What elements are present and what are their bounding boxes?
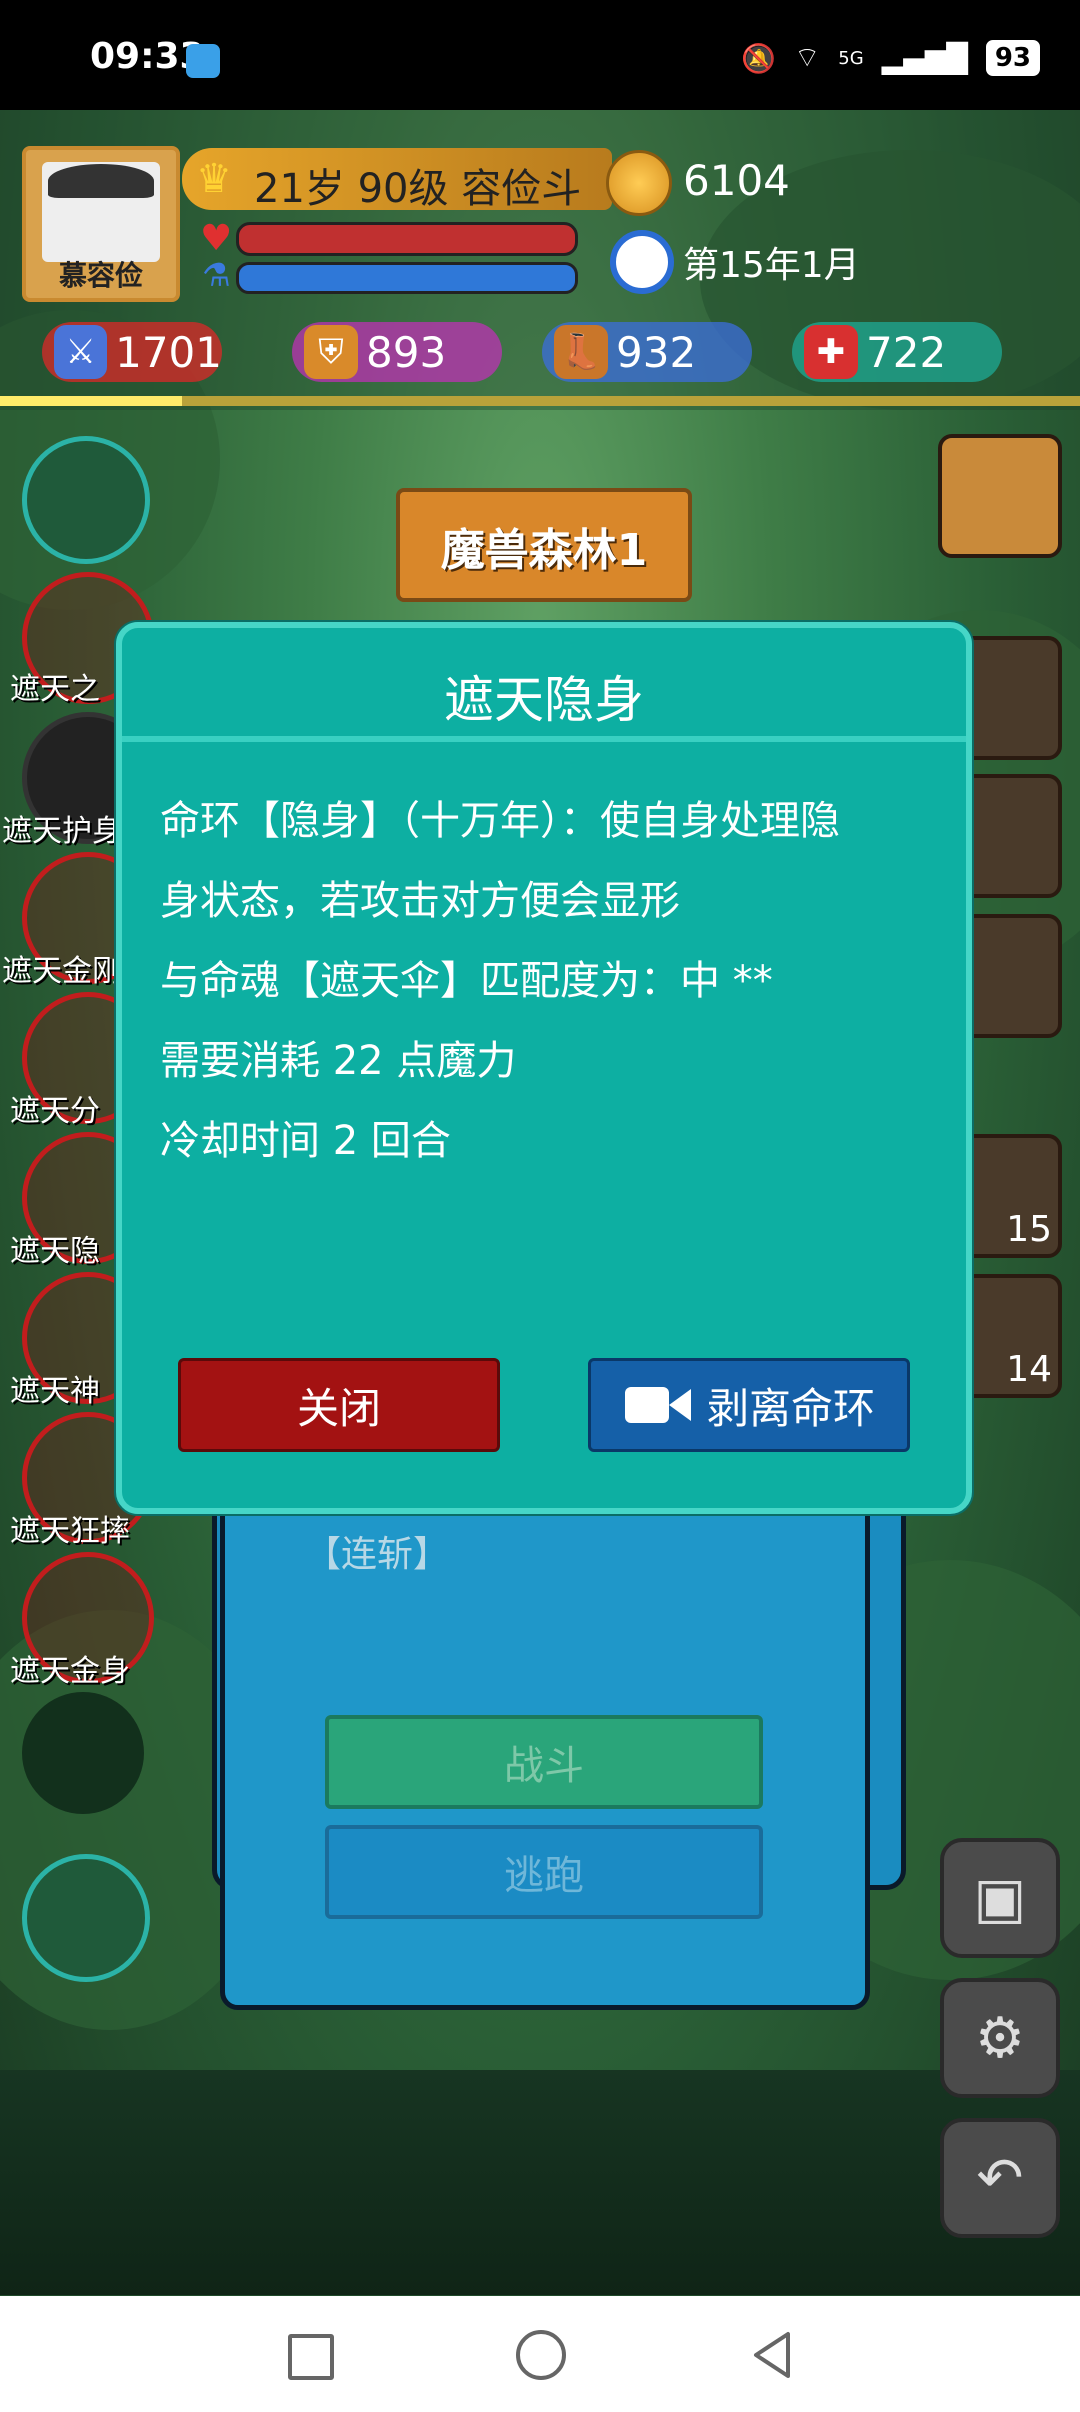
player-banner: ♛ 21岁 90级 容俭斗 bbox=[182, 148, 612, 212]
avatar-portrait bbox=[42, 162, 160, 262]
stat-attack: ⚔ 1701 bbox=[42, 322, 222, 382]
location-sign: 魔兽森林1 bbox=[396, 488, 692, 602]
mp-bar bbox=[236, 262, 578, 294]
red-potion-count: 15 bbox=[1006, 1209, 1052, 1250]
health-value: 722 bbox=[866, 327, 947, 377]
fight-button[interactable]: 战斗 bbox=[325, 1715, 763, 1809]
defense-value: 893 bbox=[366, 327, 447, 377]
flee-button[interactable]: 逃跑 bbox=[325, 1825, 763, 1919]
return-arrow-icon[interactable]: ↶ bbox=[940, 2118, 1060, 2238]
stat-health: ✚ 722 bbox=[792, 322, 1002, 382]
experience-fill bbox=[0, 396, 182, 406]
location-name: 魔兽森林1 bbox=[440, 525, 648, 576]
strip-ring-button[interactable]: 剥离命环 bbox=[588, 1358, 910, 1452]
wifi-icon: ⌔ bbox=[793, 40, 821, 74]
stat-speed: 👢 932 bbox=[542, 322, 752, 382]
crown-icon: ♛ bbox=[196, 156, 232, 202]
heart-icon: ♥ bbox=[200, 218, 233, 259]
mana-flask-icon: ⚗ bbox=[202, 256, 231, 294]
network-type: 5G bbox=[838, 47, 864, 69]
dialog-line-1: 命环【隐身】（十万年）：使自身处理隐 bbox=[160, 798, 840, 844]
dialog-title: 遮天隐身 bbox=[444, 671, 644, 729]
game-date: 第15年1月 bbox=[683, 245, 860, 286]
player-info: 21岁 90级 容俭斗 bbox=[254, 166, 582, 212]
experience-bar bbox=[0, 396, 1080, 406]
dialog-line-4: 需要消耗 22 点魔力 bbox=[160, 1038, 517, 1084]
status-bar: 09:33 🔕 ⌔ 5G ▂▄▆█ 93 bbox=[0, 0, 1080, 110]
book-app-icon bbox=[186, 44, 220, 78]
back-icon[interactable] bbox=[748, 2330, 798, 2380]
attack-value: 1701 bbox=[115, 327, 222, 377]
boot-icon: 👢 bbox=[554, 325, 608, 379]
plant-weapon-icon[interactable] bbox=[22, 1854, 150, 1982]
gear-icon[interactable]: ⚙ bbox=[940, 1978, 1060, 2098]
avatar-name: 慕容俭 bbox=[58, 259, 143, 292]
empty-skill-slot[interactable] bbox=[22, 1692, 144, 1814]
battery-indicator: 93 bbox=[985, 40, 1040, 76]
mute-icon: 🔕 bbox=[741, 41, 776, 75]
shield-icon: ⛨ bbox=[304, 325, 358, 379]
coin-icon bbox=[606, 150, 672, 216]
skill-label-8: 遮天金身 bbox=[10, 1654, 130, 1689]
health-cross-icon: ✚ bbox=[804, 325, 858, 379]
close-button[interactable]: 关闭 bbox=[178, 1358, 500, 1452]
gold-amount: 6104 bbox=[683, 156, 790, 205]
home-icon[interactable] bbox=[516, 2330, 566, 2380]
dialog-line-2: 身状态，若攻击对方便会显形 bbox=[160, 878, 680, 924]
save-icon[interactable]: ▣ bbox=[940, 1838, 1060, 1958]
speed-value: 932 bbox=[616, 327, 697, 377]
strip-ring-label: 剥离命环 bbox=[706, 1383, 875, 1433]
map-scroll-icon[interactable] bbox=[938, 434, 1062, 558]
hp-bar bbox=[236, 222, 578, 256]
umbrella-weapon-icon[interactable] bbox=[22, 436, 150, 564]
sword-icon: ⚔ bbox=[54, 325, 108, 379]
recent-apps-icon[interactable] bbox=[288, 2334, 334, 2380]
skill-detail-dialog: 遮天隐身 命环【隐身】（十万年）：使自身处理隐 身状态，若攻击对方便会显形 与命… bbox=[116, 622, 972, 1514]
close-button-label: 关闭 bbox=[296, 1383, 381, 1433]
avatar[interactable]: 慕容俭 bbox=[22, 146, 180, 302]
video-camera-icon bbox=[624, 1387, 691, 1423]
clock-icon bbox=[610, 230, 674, 294]
dialog-line-3: 与命魂【遮天伞】匹配度为：中 ** bbox=[160, 958, 773, 1004]
dialog-line-5: 冷却时间 2 回合 bbox=[160, 1118, 451, 1164]
blue-potion-count: 14 bbox=[1006, 1349, 1052, 1390]
dialog-divider bbox=[122, 736, 966, 742]
ground bbox=[0, 2070, 1080, 2295]
hat-icon bbox=[48, 164, 154, 198]
signal-icon: ▂▄▆█ bbox=[881, 41, 968, 75]
current-skill: 【连斩】 bbox=[305, 1534, 450, 1575]
status-indicators: 🔕 ⌔ 5G ▂▄▆█ 93 bbox=[741, 40, 1040, 76]
stat-defense: ⛨ 893 bbox=[292, 322, 502, 382]
